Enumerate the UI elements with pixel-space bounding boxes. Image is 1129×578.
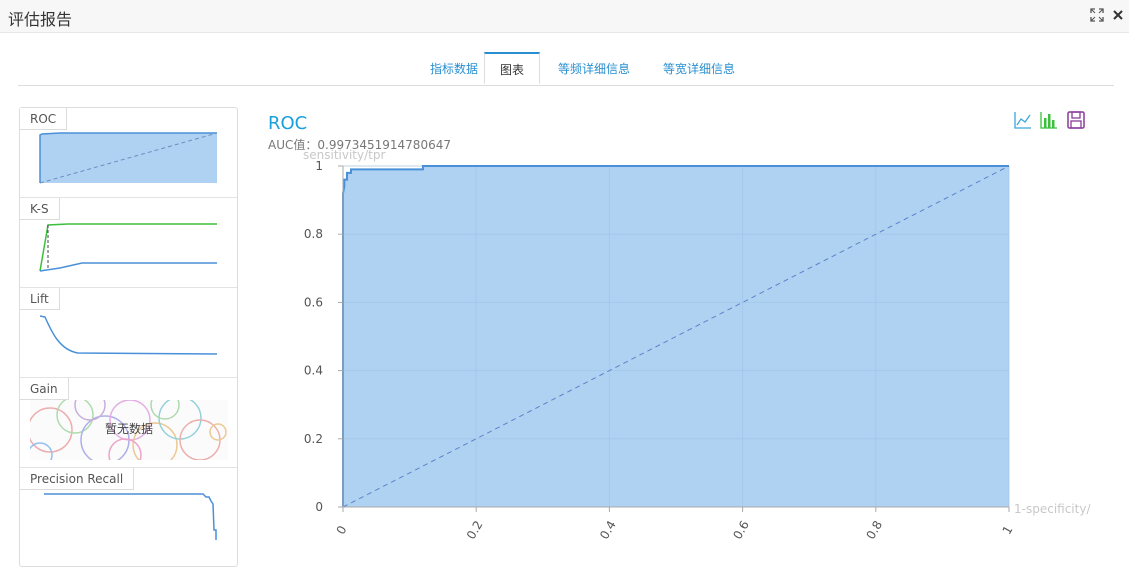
x-tick-label: 1: [1000, 523, 1016, 537]
y-axis-title: sensitivity/tpr: [303, 148, 385, 162]
y-tick-label: 0.6: [304, 295, 323, 309]
y-tick-label: 0: [315, 500, 323, 514]
x-axis-title: 1-specificity/: [1014, 502, 1091, 516]
x-tick-label: 0.6: [730, 518, 752, 542]
x-tick-label: 0.8: [864, 518, 886, 542]
x-tick-label: 0.4: [597, 518, 619, 542]
y-tick-label: 0.4: [304, 364, 323, 378]
roc-chart: 00.20.40.60.810 0.2 0.4 0.6 0.8 1sensitivity/…: [303, 148, 1091, 542]
y-tick-label: 0.8: [304, 227, 323, 241]
x-tick-label: 0: [334, 523, 350, 537]
y-tick-label: 0.2: [304, 432, 323, 446]
x-tick-label: 0.2: [464, 518, 486, 542]
